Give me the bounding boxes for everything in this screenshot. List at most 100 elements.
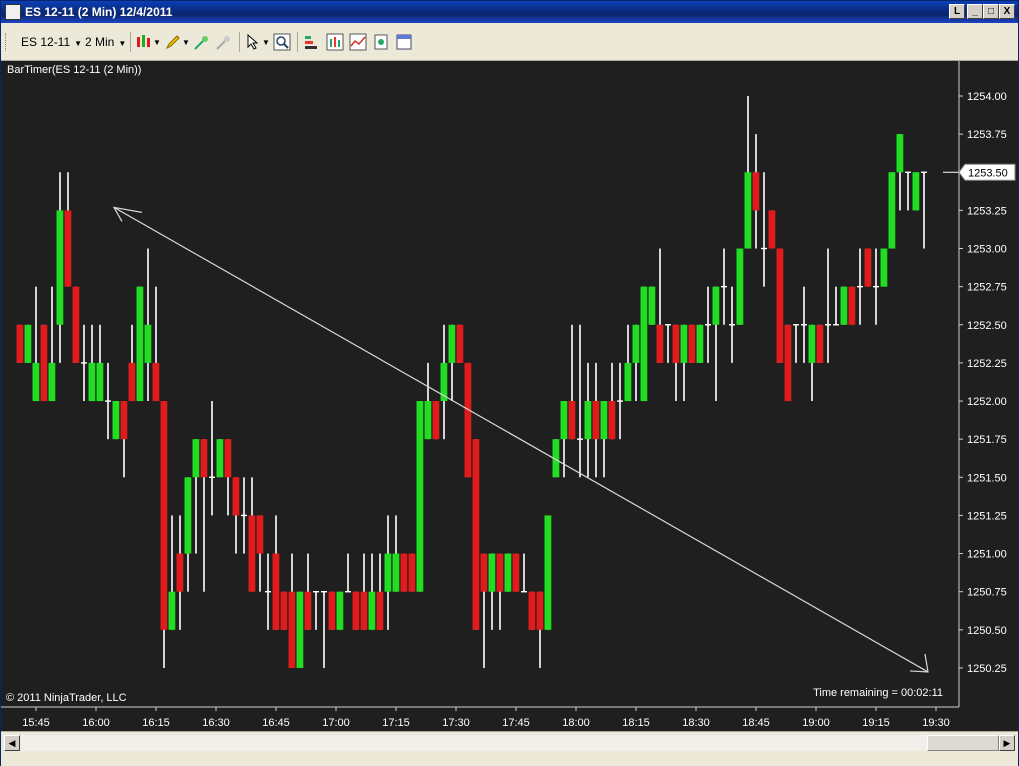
candle[interactable] [136, 286, 144, 402]
candle-body [840, 286, 848, 325]
candle[interactable] [880, 248, 888, 287]
candle-body [432, 401, 440, 440]
candle-body [200, 439, 208, 478]
chart-canvas[interactable]: 1254.00 1253.75 1253.50 1253.25 1253.00 1252.… [1, 61, 1018, 731]
candle[interactable] [816, 324, 824, 363]
scroll-left-icon[interactable]: ◀ [4, 735, 20, 751]
candle-body [568, 401, 576, 440]
candle-body [648, 286, 656, 325]
candle[interactable] [40, 324, 48, 402]
price-chart[interactable]: 1254.00 1253.75 1253.50 1253.25 1253.00 1252.… [1, 61, 1018, 731]
candle[interactable] [912, 172, 920, 211]
y-tick-label: 1253.25 [967, 205, 1007, 217]
bar-chart-icon[interactable] [326, 33, 344, 51]
toolbar-grip[interactable] [5, 33, 8, 51]
candle-body [96, 362, 104, 402]
y-tick-label: 1252.75 [967, 282, 1007, 294]
candle[interactable] [16, 324, 24, 363]
instrument-selector[interactable]: ES 12-11 ▼ [21, 35, 82, 49]
title-bar[interactable]: ES 12-11 (2 Min) 12/4/2011 L _ □ X [1, 1, 1018, 23]
candle-body [272, 553, 280, 630]
chevron-down-icon[interactable]: ▼ [262, 38, 270, 47]
indicators-icon[interactable] [349, 33, 367, 51]
y-tick-label: 1251.75 [967, 434, 1007, 446]
candle-body [408, 553, 416, 592]
app-icon [5, 4, 21, 20]
scroll-track[interactable] [21, 735, 998, 751]
scroll-thumb[interactable] [927, 735, 999, 751]
candle[interactable] [648, 286, 656, 325]
candle[interactable] [776, 248, 784, 363]
scroll-right-icon[interactable]: ▶ [999, 735, 1015, 751]
candle-body [232, 477, 240, 516]
help-button[interactable]: L [949, 4, 965, 19]
candle[interactable] [216, 439, 224, 478]
candle-body [360, 591, 368, 630]
candle[interactable] [512, 553, 520, 592]
candle[interactable] [432, 401, 440, 440]
y-tick-label: 1251.25 [967, 510, 1007, 522]
candle[interactable] [640, 286, 648, 402]
candle[interactable] [696, 324, 704, 363]
candle[interactable] [472, 439, 480, 630]
close-button[interactable]: X [999, 4, 1015, 19]
candle[interactable] [112, 401, 120, 440]
chevron-down-icon[interactable]: ▼ [182, 38, 190, 47]
candle[interactable] [160, 401, 168, 668]
candle[interactable] [408, 553, 416, 592]
candle[interactable] [72, 286, 80, 363]
candle[interactable] [688, 324, 696, 363]
candle[interactable] [296, 591, 304, 668]
current-price-label: 1253.50 [968, 167, 1008, 179]
chevron-down-icon[interactable]: ▼ [153, 38, 161, 47]
candle-body [112, 401, 120, 440]
candle[interactable] [280, 591, 288, 630]
crosshair-icon[interactable] [193, 33, 211, 51]
candle[interactable] [24, 324, 32, 363]
data-series-icon[interactable] [303, 33, 321, 51]
interval-selector[interactable]: 2 Min ▼ [85, 35, 126, 49]
pointer-icon[interactable] [244, 33, 262, 51]
candle[interactable] [768, 210, 776, 249]
candle[interactable] [416, 401, 424, 592]
x-tick-label: 16:30 [202, 717, 230, 729]
candle-body [584, 401, 592, 440]
candle-body [248, 515, 256, 592]
candle-body [64, 210, 72, 287]
candle[interactable] [736, 248, 744, 325]
candle[interactable] [328, 591, 336, 630]
zoom-icon[interactable] [273, 33, 291, 51]
candle[interactable] [456, 324, 464, 363]
candle[interactable] [888, 172, 896, 249]
pencil-draw-icon[interactable] [164, 33, 182, 51]
candle[interactable] [848, 286, 856, 325]
chart-style-icon[interactable] [135, 33, 153, 51]
candle-body [192, 439, 200, 478]
candle-body [744, 172, 752, 249]
candle[interactable] [400, 553, 408, 592]
candle[interactable] [464, 362, 472, 478]
candle-body [456, 324, 464, 363]
interval-label: 2 Min [85, 35, 115, 49]
y-tick-label: 1252.50 [967, 320, 1007, 332]
candle[interactable] [528, 591, 536, 630]
window-title: ES 12-11 (2 Min) 12/4/2011 [25, 5, 173, 19]
minimize-button[interactable]: _ [967, 4, 983, 19]
strategy-icon[interactable] [372, 33, 390, 51]
horizontal-scrollbar[interactable]: ◀ ▶ [1, 731, 1018, 753]
candle-body [120, 401, 128, 440]
candle[interactable] [864, 248, 872, 287]
maximize-button[interactable]: □ [983, 4, 999, 19]
properties-icon[interactable] [395, 33, 413, 51]
y-tick-label: 1250.25 [967, 663, 1007, 675]
x-tick-label: 19:00 [802, 717, 830, 729]
candle[interactable] [544, 515, 552, 630]
candle[interactable] [504, 553, 512, 592]
candle[interactable] [840, 286, 848, 325]
time-remaining-label: Time remaining = 00:02:11 [813, 687, 943, 699]
candle[interactable] [784, 324, 792, 402]
candle-body [864, 248, 872, 287]
candle[interactable] [352, 591, 360, 630]
candle[interactable] [336, 591, 344, 630]
candle-body [160, 401, 168, 630]
